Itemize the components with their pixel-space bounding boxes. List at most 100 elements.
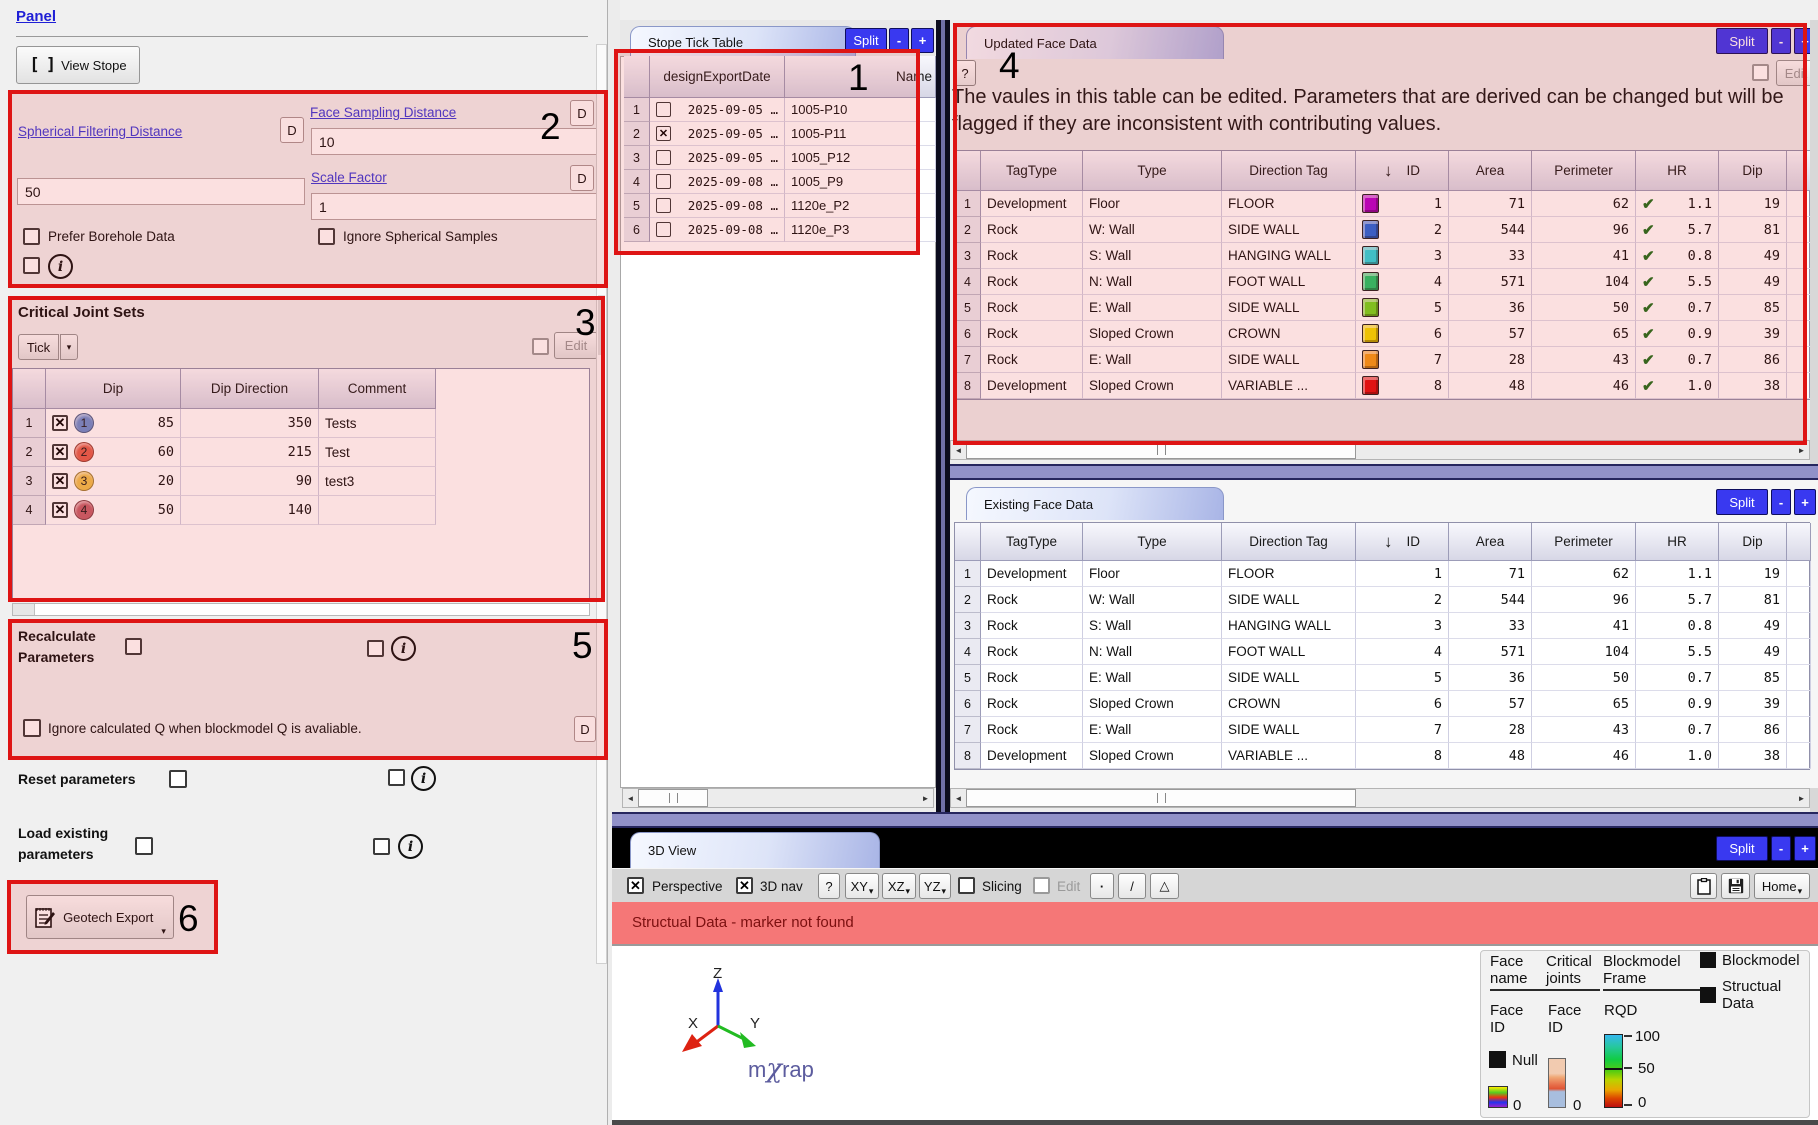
dip-cell[interactable]: 49 [1719, 243, 1787, 269]
recalculate-info-checkbox[interactable] [367, 640, 384, 657]
table-row[interactable]: 6 2025-09-08 … 1120e_P3 [624, 218, 936, 242]
dip-cell[interactable]: 81 [1719, 217, 1787, 243]
color-swatch[interactable] [1362, 194, 1379, 213]
id-cell[interactable]: 4 [1356, 639, 1449, 665]
direction-tag-cell[interactable]: FLOOR [1222, 561, 1356, 587]
area-column-header[interactable]: Area [1449, 151, 1532, 191]
table-row[interactable]: 1 Development Floor FLOOR 1 71 62 ✔ 1.1 … [955, 191, 1809, 217]
perimeter-cell[interactable]: 62 [1532, 191, 1636, 217]
tagtype-cell[interactable]: Development [981, 561, 1083, 587]
stope-name-cell[interactable]: 1005-P11 [785, 122, 936, 146]
area-cell[interactable]: 544 [1449, 217, 1532, 243]
load-existing-checkbox[interactable] [135, 837, 153, 855]
load-info-checkbox[interactable] [373, 838, 390, 855]
area-cell[interactable]: 71 [1449, 561, 1532, 587]
dip-cell[interactable]: ✕ 2 60 [46, 438, 181, 467]
hr-cell[interactable]: 5.5 [1636, 639, 1719, 665]
hr-cell[interactable]: ✔ 5.5 [1636, 269, 1719, 295]
id-cell[interactable]: 1 [1356, 561, 1449, 587]
table-row[interactable]: 8 Development Sloped Crown VARIABLE ... … [955, 743, 1809, 769]
direction-tag-cell[interactable]: HANGING WALL [1222, 613, 1356, 639]
type-cell[interactable]: S: Wall [1083, 243, 1222, 269]
hr-cell[interactable]: ✔ 0.9 [1636, 321, 1719, 347]
direction-tag-cell[interactable]: VARIABLE ... [1222, 373, 1356, 399]
dip-cell[interactable]: 49 [1719, 269, 1787, 295]
dip-cell[interactable]: 85 [1719, 665, 1787, 691]
scale-factor-default-button[interactable]: D [570, 165, 594, 191]
split-button[interactable]: Split [845, 28, 887, 53]
line-tool-button[interactable]: / [1118, 873, 1146, 899]
dip-cell[interactable]: 39 [1719, 691, 1787, 717]
direction-tag-cell[interactable]: SIDE WALL [1222, 665, 1356, 691]
row-checkbox[interactable] [656, 198, 671, 213]
area-cell[interactable]: 48 [1449, 373, 1532, 399]
dip-cell[interactable]: ✕ 1 85 [46, 409, 181, 438]
area-cell[interactable]: 36 [1449, 295, 1532, 321]
tagtype-cell[interactable]: Rock [981, 665, 1083, 691]
hr-column-header[interactable]: HR [1636, 151, 1719, 191]
area-cell[interactable]: 571 [1449, 639, 1532, 665]
scale-factor-link[interactable]: Scale Factor [311, 170, 387, 185]
panel-link[interactable]: Panel [16, 8, 56, 25]
row-checkbox[interactable] [656, 150, 671, 165]
stope-name-cell[interactable]: 1005_P12 [785, 146, 936, 170]
stope-name-cell[interactable]: 1005-P10 [785, 98, 936, 122]
scrollbar-thumb[interactable] [598, 295, 605, 355]
color-swatch[interactable] [1362, 350, 1379, 369]
updated-horizontal-scrollbar[interactable]: ◄ ► [950, 440, 1810, 460]
comment-cell[interactable] [319, 496, 436, 525]
recalculate-checkbox[interactable] [125, 638, 142, 655]
design-export-date-cell[interactable]: 2025-09-08 … [650, 170, 785, 194]
tagtype-cell[interactable]: Development [981, 373, 1083, 399]
split-button[interactable]: Split [1716, 836, 1768, 861]
design-export-date-cell[interactable]: ✕ 2025-09-05 … [650, 122, 785, 146]
xz-plane-button[interactable]: XZ▾ [882, 873, 916, 899]
sort-down-arrow-icon[interactable]: ↓ [1384, 532, 1393, 552]
scale-factor-input[interactable]: 1 [311, 193, 599, 220]
id-cell[interactable]: 3 [1356, 243, 1449, 269]
area-cell[interactable]: 571 [1449, 269, 1532, 295]
table-row[interactable]: 3 Rock S: Wall HANGING WALL 3 33 41 ✔ 0.… [955, 243, 1809, 269]
table-row[interactable]: 5 2025-09-08 … 1120e_P2 [624, 194, 936, 218]
spherical-filtering-distance-link[interactable]: Spherical Filtering Distance [18, 124, 182, 139]
direction-tag-column-header[interactable]: Direction Tag [1222, 151, 1356, 191]
type-cell[interactable]: Floor [1083, 191, 1222, 217]
design-export-date-cell[interactable]: 2025-09-08 … [650, 194, 785, 218]
table-row[interactable]: 3 Rock S: Wall HANGING WALL 3 33 41 0.8 … [955, 613, 1809, 639]
stope-name-cell[interactable]: 1005_P9 [785, 170, 936, 194]
joint-edit-button[interactable]: Edit [554, 332, 598, 359]
corner-header-cell[interactable] [955, 523, 981, 561]
id-cell[interactable]: 2 [1356, 587, 1449, 613]
perimeter-cell[interactable]: 62 [1532, 561, 1636, 587]
comment-cell[interactable]: Tests [319, 409, 436, 438]
xy-plane-button[interactable]: XY▾ [845, 873, 879, 899]
table-row[interactable]: 6 Rock Sloped Crown CROWN 6 57 65 ✔ 0.9 … [955, 321, 1809, 347]
existing-horizontal-scrollbar[interactable]: ◄ ► [950, 788, 1810, 808]
perimeter-cell[interactable]: 65 [1532, 691, 1636, 717]
reset-parameters-checkbox[interactable] [169, 770, 187, 788]
id-cell[interactable]: 6 [1356, 321, 1449, 347]
type-cell[interactable]: Sloped Crown [1083, 373, 1222, 399]
scroll-left-icon[interactable]: ◄ [951, 789, 966, 807]
tagtype-cell[interactable]: Development [981, 191, 1083, 217]
row-checkbox[interactable] [656, 174, 671, 189]
id-cell[interactable]: 5 [1356, 665, 1449, 691]
tagtype-cell[interactable]: Rock [981, 321, 1083, 347]
face-sampling-input[interactable]: 10 [311, 128, 599, 155]
point-tool-button[interactable]: · [1090, 873, 1114, 899]
type-cell[interactable]: S: Wall [1083, 613, 1222, 639]
perimeter-cell[interactable]: 46 [1532, 373, 1636, 399]
dip-cell[interactable]: 39 [1719, 321, 1787, 347]
color-swatch[interactable] [1362, 324, 1379, 343]
type-cell[interactable]: N: Wall [1083, 639, 1222, 665]
info-icon[interactable]: i [398, 834, 423, 859]
split-button[interactable]: Split [1716, 28, 1768, 54]
dip-column-header[interactable]: Dip [1719, 151, 1787, 191]
perimeter-cell[interactable]: 46 [1532, 743, 1636, 769]
perimeter-cell[interactable]: 41 [1532, 243, 1636, 269]
color-swatch[interactable] [1362, 220, 1379, 239]
area-cell[interactable]: 71 [1449, 191, 1532, 217]
id-cell[interactable]: 2 [1356, 217, 1449, 243]
dip-direction-column-header[interactable]: Dip Direction [181, 369, 319, 409]
horizontal-splitter[interactable] [612, 812, 1818, 828]
